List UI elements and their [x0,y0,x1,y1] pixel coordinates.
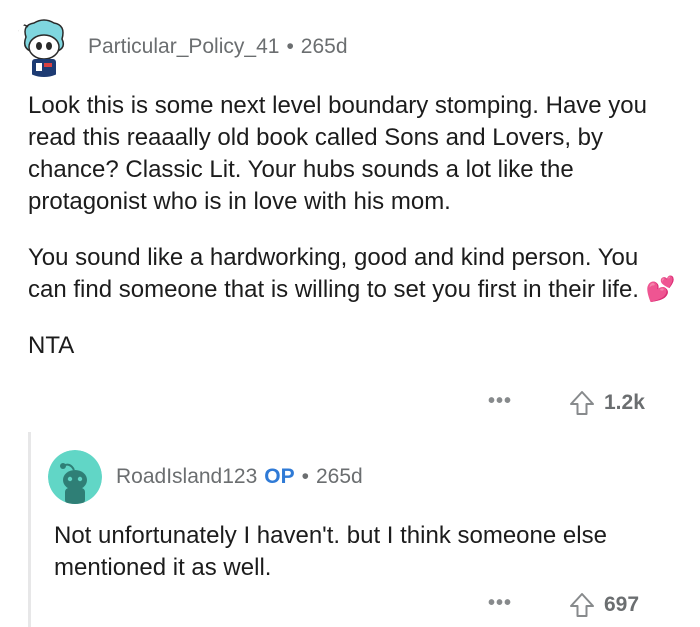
username[interactable]: RoadIsland123 [116,465,257,489]
comment-age: 265d [315,465,363,488]
comment-age: 265d [300,35,348,58]
username[interactable]: Particular_Policy_41 [88,35,279,59]
two-hearts-emoji-icon: 💕 [645,276,676,303]
comment-paragraph: NTA [28,332,75,359]
user-avatar[interactable] [14,17,74,77]
avatar-snoo-icon [14,17,74,77]
user-avatar[interactable] [48,450,102,504]
upvote-control: 1.2k [568,389,645,417]
comment-body: Look this is some next level boundary st… [28,90,678,362]
vote-count: 697 [604,593,640,616]
comment-header: Particular_Policy_41 • 265d [14,17,348,77]
separator-dot: • [286,35,294,58]
vote-count: 1.2k [604,391,645,414]
upvote-arrow-icon[interactable] [568,591,596,619]
separator-dot: • [301,465,309,488]
comment-paragraph: Not unfortunately I haven't. but I think… [54,522,607,581]
comment-paragraph-text: You sound like a hardworking, good and k… [28,244,639,303]
avatar-default-snoo-icon [48,450,102,504]
upvote-arrow-icon[interactable] [568,389,596,417]
comment-body: Not unfortunately I haven't. but I think… [54,520,674,584]
comment-header: RoadIsland123 OP • 265d [48,450,363,504]
more-options-button[interactable]: ••• [488,592,512,615]
comment-paragraph: Look this is some next level boundary st… [28,92,647,215]
op-badge: OP [264,465,295,488]
more-options-button[interactable]: ••• [488,390,512,413]
upvote-control: 697 [568,591,639,619]
thread-line[interactable] [28,432,31,627]
comment-paragraph: You sound like a hardworking, good and k… [28,242,678,306]
